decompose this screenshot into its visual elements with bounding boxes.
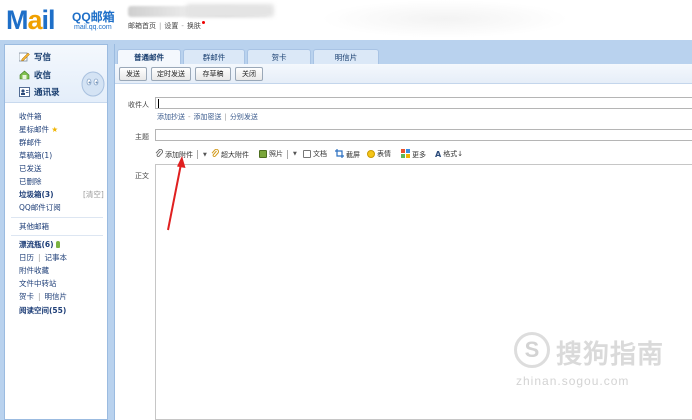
folder-starred[interactable]: 星标邮件 ★ — [19, 124, 58, 135]
sogou-logo-icon: S — [514, 332, 550, 368]
tab-postcard[interactable]: 明信片 — [313, 49, 379, 65]
divider — [11, 217, 103, 218]
qq-mascot-icon — [79, 69, 105, 97]
folder-inbox[interactable]: 收件箱 — [19, 111, 42, 122]
notebook-link[interactable]: 记事本 — [45, 253, 68, 262]
tab-greeting-card[interactable]: 贺卡 — [247, 49, 311, 65]
postcard-link[interactable]: 明信片 — [45, 292, 68, 301]
compose-toolbar: 发送 定时发送 存草稿 关闭 — [115, 64, 692, 84]
folder-group[interactable]: 群邮件 — [19, 137, 42, 148]
sogou-watermark: S 搜狗指南 zhinan.sogou.com — [514, 330, 684, 400]
contacts-icon — [19, 87, 30, 97]
star-icon: ★ — [51, 125, 59, 134]
contacts-action[interactable]: 通讯录 — [19, 86, 60, 98]
blurred-account — [186, 4, 274, 17]
screenshot-button[interactable]: 截屏 — [335, 149, 360, 160]
send-button[interactable]: 发送 — [119, 67, 147, 81]
big-attachment-button[interactable]: 超大附件 — [211, 148, 249, 160]
tab-normal-mail[interactable]: 普通邮件 — [117, 49, 181, 65]
divider — [11, 235, 103, 236]
header-decoration — [320, 0, 570, 38]
folder-subscriptions[interactable]: QQ邮件订阅 — [19, 202, 61, 213]
red-arrow-annotation — [167, 156, 186, 231]
watermark-text: 搜狗指南 — [556, 340, 665, 370]
clear-spam-link[interactable]: [清空] — [83, 189, 104, 200]
watermark-url: zhinan.sogou.com — [516, 374, 630, 388]
receive-label: 收信 — [34, 71, 52, 81]
receive-action[interactable]: 收信 — [19, 69, 51, 81]
tab-group-mail[interactable]: 群邮件 — [183, 49, 245, 65]
chevron-down-icon[interactable]: ▼ — [293, 151, 297, 157]
bottle-icon — [55, 241, 60, 248]
logo-domain: mail.qq.com — [74, 24, 112, 31]
recipient-input[interactable] — [155, 97, 692, 109]
compose-action[interactable]: 写信 — [18, 51, 52, 63]
link-skin[interactable]: 换肤 — [187, 22, 201, 30]
more-button[interactable]: 更多 — [401, 149, 426, 160]
attachment-favorites-link[interactable]: 附件收藏 — [19, 265, 49, 276]
folder-spam[interactable]: 垃圾箱(3) [清空] — [19, 189, 104, 200]
screenshot-icon — [335, 149, 344, 160]
subject-label: 主题 — [135, 133, 149, 141]
folder-deleted[interactable]: 已删除 — [19, 176, 42, 187]
editor-toolbar: 添加附件 ▼ 超大附件 照片 ▼ 文档 截屏 表情 更多 A 格式↓ — [155, 146, 692, 164]
add-cc-link[interactable]: 添加抄送 — [157, 113, 185, 121]
photo-button[interactable]: 照片 ▼ — [259, 149, 297, 159]
body-label: 正文 — [135, 172, 149, 180]
grid-icon — [401, 149, 410, 160]
subject-input[interactable] — [155, 129, 692, 141]
add-bcc-link[interactable]: 添加密送 — [194, 113, 222, 121]
folder-other-mailboxes[interactable]: 其他邮箱 — [19, 221, 49, 232]
top-links: 邮箱首页 | 设置 - 换肤 — [128, 21, 205, 31]
link-settings[interactable]: 设置 — [164, 22, 178, 30]
save-draft-button[interactable]: 存草稿 — [195, 67, 231, 81]
paperclip-big-icon — [211, 148, 219, 160]
logo-wordmark: Mail — [6, 5, 55, 35]
document-icon — [303, 150, 311, 158]
header: Mail QQ邮箱 mail.qq.com 邮箱首页 | 设置 - 换肤 — [0, 0, 692, 40]
greeting-card-link[interactable]: 贺卡 — [19, 292, 34, 301]
compose-tabs: 普通邮件 群邮件 贺卡 明信片 — [115, 44, 692, 65]
folder-sent[interactable]: 已发送 — [19, 163, 42, 174]
link-home[interactable]: 邮箱首页 — [128, 22, 156, 30]
chevron-down-icon[interactable]: ▼ — [203, 152, 207, 158]
cards-postcards-row: 贺卡 | 明信片 — [19, 292, 68, 301]
file-transfer-link[interactable]: 文件中转站 — [19, 278, 57, 289]
inbox-icon — [19, 70, 30, 80]
drift-bottle-link[interactable]: 漂流瓶(6) — [19, 239, 60, 250]
compose-label: 写信 — [34, 53, 52, 63]
paperclip-icon — [155, 148, 163, 160]
reading-space-link[interactable]: 阅读空间(55) — [19, 305, 66, 316]
sidebar: 写信 收信 通讯录 收件箱 星标邮件 ★ 群邮件 草稿箱(1) 已发送 已删除 … — [4, 44, 108, 420]
notification-dot — [201, 21, 205, 24]
font-a-icon: A — [435, 149, 442, 159]
sidebar-actions: 写信 收信 通讯录 — [5, 45, 107, 103]
recipient-label: 收件人 — [128, 101, 149, 109]
document-button[interactable]: 文档 — [303, 149, 327, 159]
emoji-button[interactable]: 表情 — [367, 149, 391, 159]
calendar-notes-row: 日历 | 记事本 — [19, 253, 68, 262]
folder-drafts[interactable]: 草稿箱(1) — [19, 150, 52, 161]
cc-links: 添加抄送 - 添加密送 | 分别发送 — [157, 113, 258, 121]
logo-brand: QQ邮箱 — [72, 10, 115, 24]
qq-mail-logo[interactable]: Mail QQ邮箱 mail.qq.com — [6, 4, 136, 36]
separate-send-link[interactable]: 分别发送 — [230, 113, 258, 121]
text-caret — [158, 99, 159, 108]
contacts-label: 通讯录 — [34, 88, 60, 98]
pencil-icon — [18, 52, 30, 62]
smiley-icon — [367, 150, 375, 158]
schedule-send-button[interactable]: 定时发送 — [151, 67, 191, 81]
close-button[interactable]: 关闭 — [235, 67, 263, 81]
photo-icon — [259, 150, 267, 158]
format-button[interactable]: A 格式↓ — [435, 149, 463, 159]
calendar-link[interactable]: 日历 — [19, 253, 34, 262]
